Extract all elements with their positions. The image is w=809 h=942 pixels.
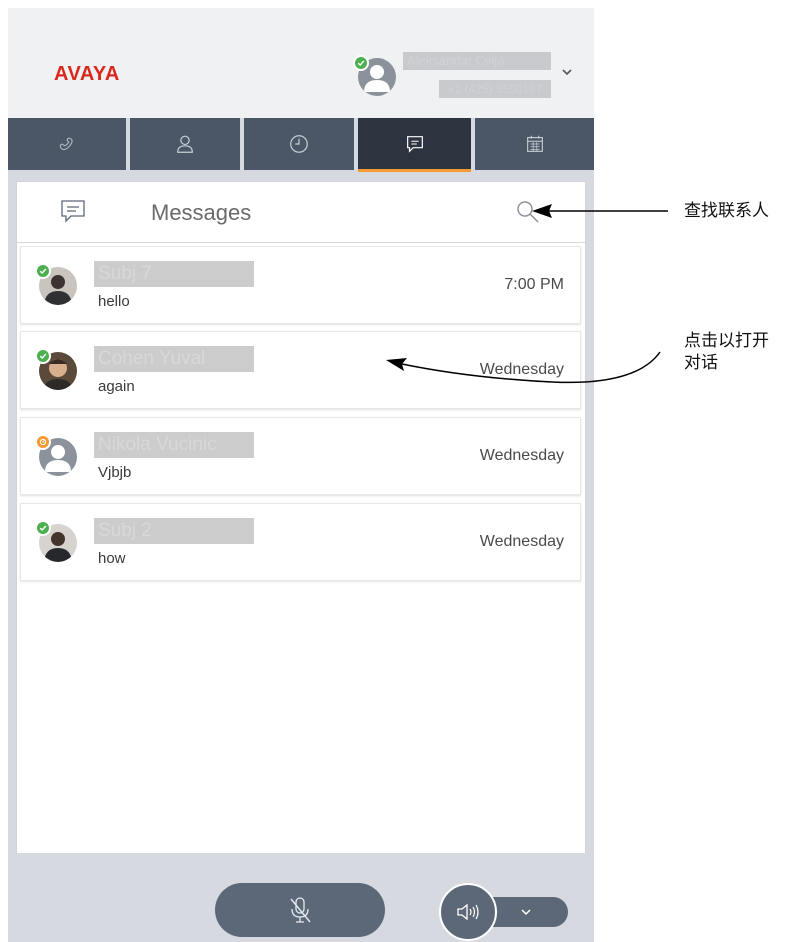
speaker-icon bbox=[457, 903, 479, 921]
message-icon bbox=[406, 136, 423, 153]
user-extension: +1 (425) 5550187 bbox=[439, 80, 551, 98]
clock-icon bbox=[290, 135, 308, 153]
message-preview: again bbox=[98, 378, 135, 395]
conversation-row[interactable]: Cohen Yuval again Wednesday bbox=[20, 331, 581, 409]
app-header: AVAYA Aleksandar Cvija +1 (425) 5550187 bbox=[8, 8, 594, 118]
open-conversation-callout-line1: 点击以打开 bbox=[684, 331, 769, 350]
contact-name: Cohen Yuval bbox=[94, 346, 254, 372]
call-controls-bar bbox=[8, 853, 594, 942]
tab-history[interactable] bbox=[244, 118, 354, 170]
message-icon bbox=[61, 200, 85, 223]
tab-calendar[interactable] bbox=[475, 118, 594, 170]
presence-available-icon bbox=[35, 263, 51, 279]
message-preview: how bbox=[98, 550, 126, 567]
chevron-down-icon[interactable] bbox=[519, 907, 533, 917]
chevron-down-icon[interactable] bbox=[560, 67, 574, 77]
message-preview: hello bbox=[98, 293, 130, 310]
presence-away-icon bbox=[35, 434, 51, 450]
search-callout-label: 查找联系人 bbox=[684, 201, 769, 220]
conversation-row[interactable]: Subj 7 hello 7:00 PM bbox=[20, 246, 581, 324]
contact-name: Subj 7 bbox=[94, 261, 254, 287]
page-title: Messages bbox=[151, 200, 252, 225]
search-icon[interactable] bbox=[515, 199, 541, 225]
open-conversation-callout-line2: 对话 bbox=[684, 353, 718, 372]
message-time: Wednesday bbox=[479, 533, 564, 550]
user-presence-available-icon bbox=[353, 55, 369, 71]
message-time: Wednesday bbox=[479, 447, 564, 464]
conversation-row[interactable]: Nikola Vucinic Vjbjb Wednesday bbox=[20, 417, 581, 495]
contact-name: Subj 2 bbox=[94, 518, 254, 544]
contact-name: Nikola Vucinic bbox=[94, 432, 254, 458]
microphone-muted-icon bbox=[290, 897, 311, 923]
messages-header: Messages bbox=[17, 182, 585, 243]
phone-icon bbox=[59, 137, 73, 151]
tab-messages[interactable] bbox=[358, 118, 471, 172]
calendar-icon bbox=[526, 135, 543, 152]
person-icon bbox=[177, 135, 193, 153]
messages-panel: Messages Subj 7 hello 7:00 PM Cohen Yuva… bbox=[16, 181, 586, 855]
user-display-name: Aleksandar Cvija bbox=[403, 52, 551, 70]
avaya-logo: AVAYA bbox=[54, 63, 120, 85]
message-preview: Vjbjb bbox=[98, 464, 132, 481]
conversation-row[interactable]: Subj 2 how Wednesday bbox=[20, 503, 581, 581]
presence-available-icon bbox=[35, 520, 51, 536]
presence-available-icon bbox=[35, 348, 51, 364]
top-nav-tabs bbox=[8, 118, 594, 172]
tab-calls[interactable] bbox=[8, 118, 126, 170]
speaker-button[interactable] bbox=[439, 883, 497, 941]
message-time: Wednesday bbox=[479, 361, 564, 378]
tab-contacts[interactable] bbox=[130, 118, 240, 170]
mute-microphone-button[interactable] bbox=[215, 883, 385, 937]
message-time: 7:00 PM bbox=[504, 276, 564, 293]
avaya-app-window: AVAYA Aleksandar Cvija +1 (425) 5550187 bbox=[8, 8, 594, 942]
